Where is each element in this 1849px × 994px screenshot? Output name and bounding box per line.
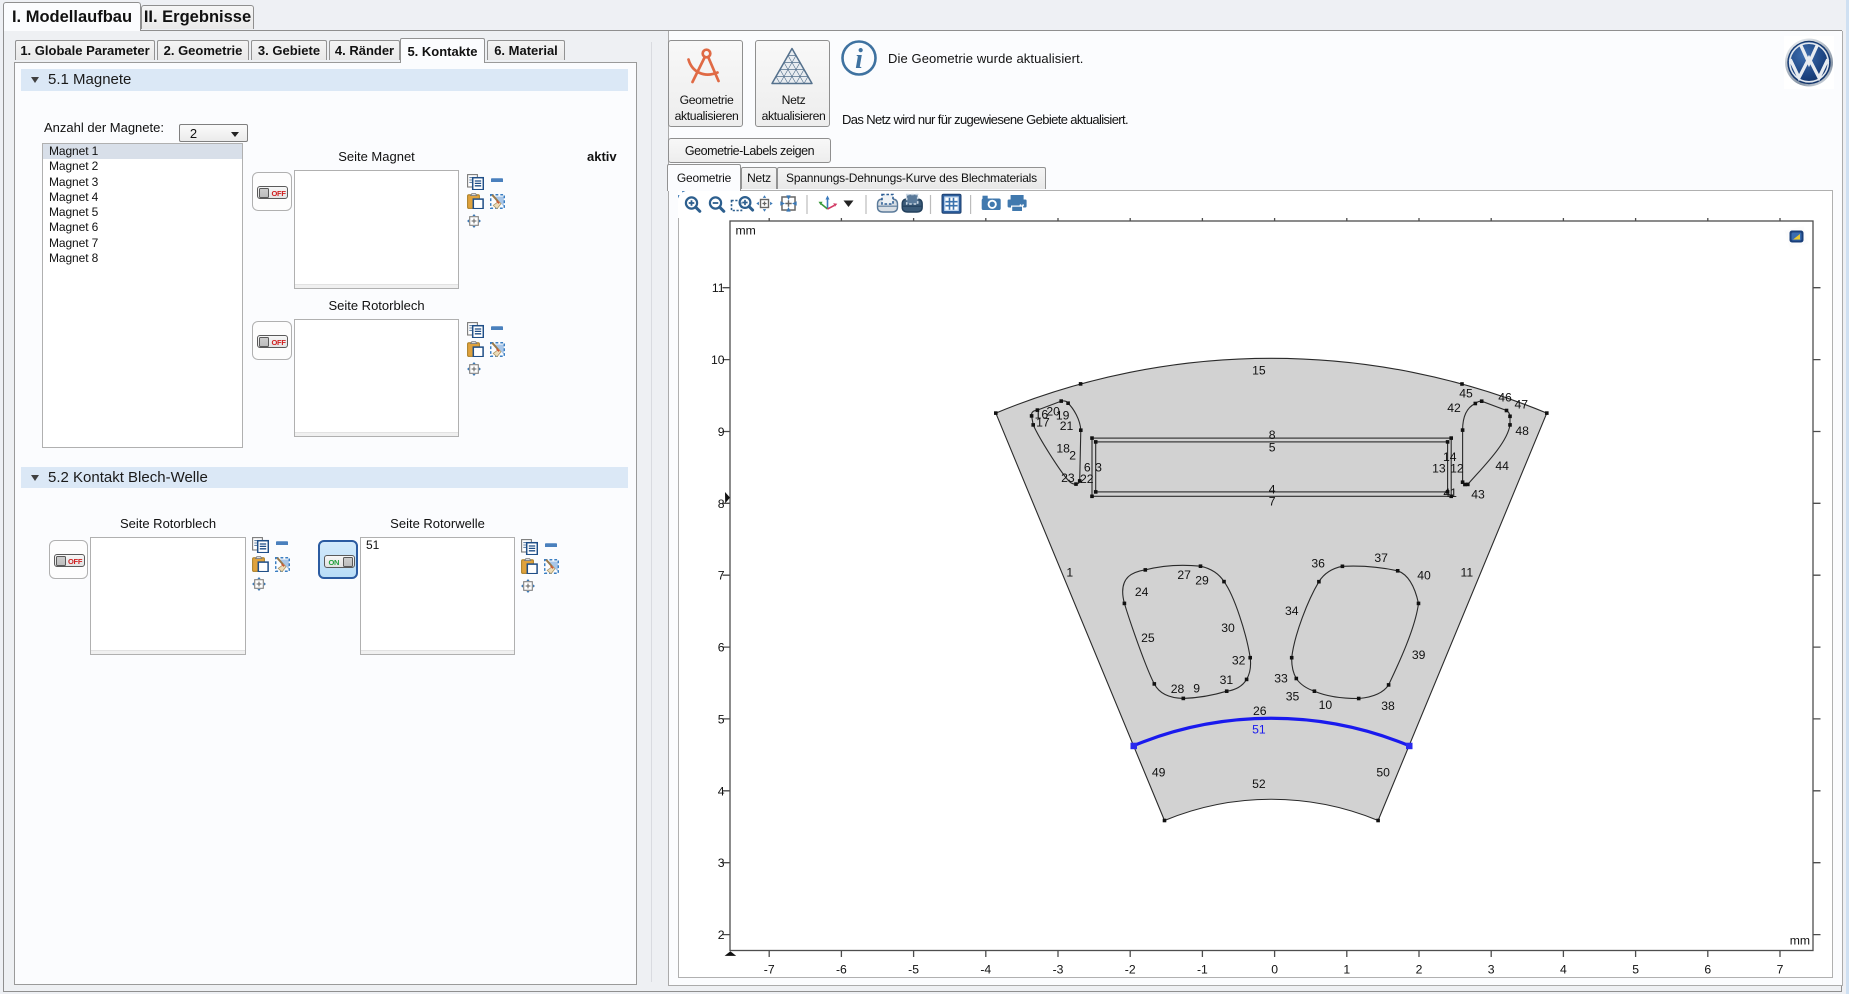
svg-text:4: 4	[1560, 963, 1567, 977]
svg-text:0: 0	[1271, 963, 1278, 977]
svg-text:8: 8	[718, 497, 725, 511]
svg-text:26: 26	[1253, 704, 1267, 718]
svg-text:42: 42	[1447, 401, 1461, 415]
svg-text:-2: -2	[1125, 963, 1136, 977]
svg-text:28: 28	[1171, 682, 1185, 696]
svg-text:2: 2	[718, 928, 725, 942]
svg-text:37: 37	[1374, 551, 1388, 565]
svg-text:12: 12	[1450, 461, 1464, 475]
svg-text:9: 9	[718, 425, 725, 439]
svg-text:1: 1	[1066, 566, 1073, 580]
svg-text:51: 51	[1252, 723, 1266, 737]
svg-text:7: 7	[718, 569, 725, 583]
svg-text:50: 50	[1376, 766, 1390, 780]
svg-text:38: 38	[1381, 699, 1395, 713]
svg-text:6: 6	[1704, 963, 1711, 977]
svg-text:1: 1	[1343, 963, 1350, 977]
svg-text:25: 25	[1141, 631, 1155, 645]
svg-text:3: 3	[1095, 461, 1102, 475]
svg-text:9: 9	[1193, 681, 1200, 695]
svg-text:40: 40	[1417, 568, 1431, 582]
svg-text:11: 11	[712, 281, 725, 295]
svg-text:49: 49	[1152, 766, 1166, 780]
svg-text:6: 6	[718, 641, 725, 655]
svg-text:23: 23	[1061, 471, 1075, 485]
svg-text:7: 7	[1269, 494, 1276, 508]
svg-text:52: 52	[1252, 777, 1266, 791]
svg-text:31: 31	[1220, 673, 1234, 687]
svg-text:7: 7	[1777, 963, 1784, 977]
svg-text:mm: mm	[1790, 934, 1810, 948]
svg-text:48: 48	[1515, 424, 1529, 438]
svg-text:24: 24	[1135, 585, 1149, 599]
svg-text:-7: -7	[764, 963, 775, 977]
svg-text:-3: -3	[1053, 963, 1064, 977]
svg-text:15: 15	[1252, 364, 1266, 378]
svg-text:43: 43	[1471, 488, 1485, 502]
svg-text:5: 5	[1632, 963, 1639, 977]
svg-text:5: 5	[718, 712, 725, 726]
svg-text:2: 2	[1416, 963, 1423, 977]
svg-text:11: 11	[1460, 565, 1473, 579]
svg-text:41: 41	[1443, 486, 1457, 500]
svg-text:45: 45	[1459, 387, 1473, 401]
svg-text:6: 6	[1084, 461, 1091, 475]
svg-text:-4: -4	[980, 963, 991, 977]
svg-text:34: 34	[1285, 604, 1299, 618]
svg-text:35: 35	[1286, 689, 1300, 703]
svg-text:32: 32	[1232, 654, 1246, 668]
svg-text:30: 30	[1221, 621, 1235, 635]
svg-text:mm: mm	[736, 224, 756, 238]
svg-text:i: i	[855, 44, 863, 75]
svg-text:18: 18	[1056, 442, 1070, 456]
svg-text:29: 29	[1195, 573, 1209, 587]
svg-text:-1: -1	[1197, 963, 1208, 977]
svg-text:47: 47	[1515, 397, 1529, 411]
svg-text:39: 39	[1412, 648, 1426, 662]
svg-text:46: 46	[1498, 391, 1512, 405]
svg-text:-6: -6	[836, 963, 847, 977]
svg-text:4: 4	[718, 784, 725, 798]
svg-text:3: 3	[718, 856, 725, 870]
svg-text:13: 13	[1432, 461, 1446, 475]
svg-text:36: 36	[1311, 557, 1325, 571]
svg-text:27: 27	[1177, 568, 1191, 582]
svg-text:44: 44	[1495, 459, 1509, 473]
svg-text:5: 5	[1269, 441, 1276, 455]
svg-text:10: 10	[1319, 698, 1333, 712]
svg-text:-5: -5	[908, 963, 919, 977]
svg-text:2: 2	[1069, 449, 1076, 463]
svg-text:21: 21	[1060, 419, 1074, 433]
svg-text:10: 10	[711, 353, 725, 367]
svg-text:3: 3	[1488, 963, 1495, 977]
svg-text:33: 33	[1274, 672, 1288, 686]
svg-text:17: 17	[1036, 416, 1050, 430]
